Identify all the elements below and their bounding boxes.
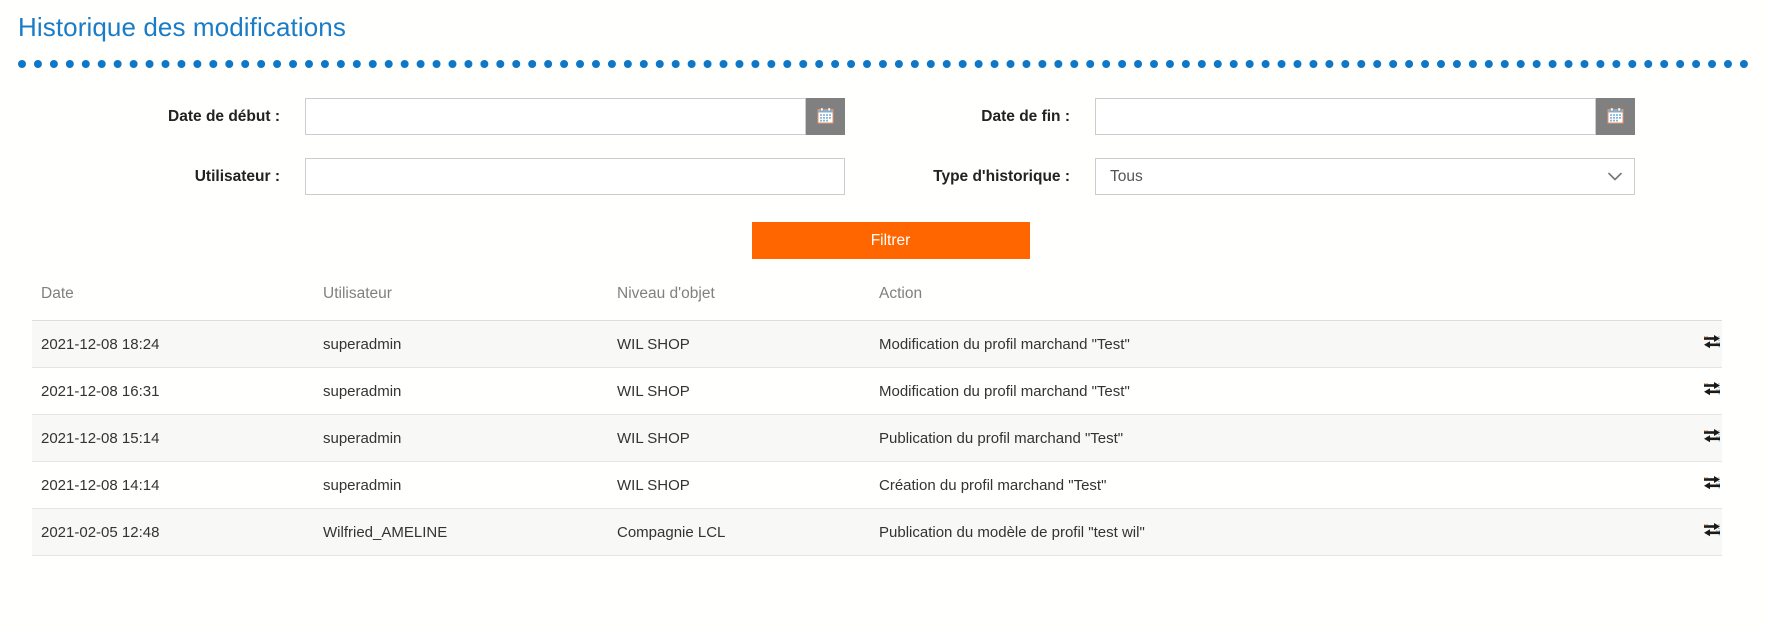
cell-date: 2021-12-08 16:31: [32, 367, 314, 415]
cell-utilisateur: Wilfried_AMELINE: [314, 508, 608, 556]
table-header-row: Date Utilisateur Niveau d'objet Action: [32, 285, 1722, 321]
type-historique-select[interactable]: Tous: [1095, 158, 1635, 195]
cell-niveau: WIL SHOP: [608, 414, 870, 462]
date-fin-input[interactable]: [1095, 98, 1596, 135]
cell-niveau: WIL SHOP: [608, 320, 870, 368]
cell-niveau: WIL SHOP: [608, 367, 870, 415]
column-header-niveau: Niveau d'objet: [608, 285, 870, 321]
cell-action: Modification du profil marchand "Test": [870, 367, 1652, 415]
cell-niveau: Compagnie LCL: [608, 508, 870, 556]
cell-utilisateur: superadmin: [314, 414, 608, 462]
cell-date: 2021-12-08 14:14: [32, 461, 314, 509]
filter-submit-button[interactable]: Filtrer: [751, 222, 1030, 259]
date-debut-input[interactable]: [305, 98, 806, 135]
utilisateur-field-group: [305, 158, 845, 195]
date-debut-field-group: [305, 98, 845, 135]
history-table-body: 2021-12-08 18:24 superadmin WIL SHOP Mod…: [32, 320, 1722, 556]
cell-row-action: [1652, 414, 1722, 462]
column-header-row-action: [1652, 285, 1722, 321]
history-table-container: Date Utilisateur Niveau d'objet Action 2…: [32, 285, 1722, 556]
utilisateur-input[interactable]: [305, 158, 845, 195]
cell-row-action: [1652, 367, 1722, 415]
calendar-icon: [817, 107, 834, 127]
cell-action: Publication du profil marchand "Test": [870, 414, 1652, 462]
filter-button-row: Filtrer: [0, 222, 1767, 259]
history-table: Date Utilisateur Niveau d'objet Action 2…: [32, 285, 1722, 556]
exchange-arrows-icon[interactable]: [1702, 428, 1722, 444]
column-header-action: Action: [870, 285, 1652, 321]
exchange-arrows-icon[interactable]: [1702, 334, 1722, 350]
table-row[interactable]: 2021-12-08 15:14 superadmin WIL SHOP Pub…: [32, 414, 1722, 462]
exchange-arrows-icon[interactable]: [1702, 522, 1722, 538]
date-debut-label: Date de début :: [168, 107, 280, 125]
date-fin-field-group: [1095, 98, 1635, 135]
page-header: Historique des modifications: [0, 0, 1767, 46]
cell-niveau: WIL SHOP: [608, 461, 870, 509]
filter-form: Date de début : Date de fin: Utilisateu…: [0, 98, 1767, 195]
type-historique-field-group: Tous: [1095, 158, 1635, 195]
cell-date: 2021-02-05 12:48: [32, 508, 314, 556]
table-row[interactable]: 2021-12-08 16:31 superadmin WIL SHOP Mod…: [32, 367, 1722, 415]
calendar-icon: [1607, 107, 1624, 127]
cell-action: Modification du profil marchand "Test": [870, 320, 1652, 368]
cell-action: Publication du modèle de profil "test wi…: [870, 508, 1652, 556]
cell-utilisateur: superadmin: [314, 461, 608, 509]
cell-date: 2021-12-08 15:14: [32, 414, 314, 462]
date-debut-calendar-button[interactable]: [806, 98, 845, 135]
cell-utilisateur: superadmin: [314, 320, 608, 368]
utilisateur-label: Utilisateur :: [194, 167, 280, 185]
table-row[interactable]: 2021-02-05 12:48 Wilfried_AMELINE Compag…: [32, 508, 1722, 556]
date-fin-calendar-button[interactable]: [1596, 98, 1635, 135]
exchange-arrows-icon[interactable]: [1702, 475, 1722, 491]
cell-date: 2021-12-08 18:24: [32, 320, 314, 368]
table-row[interactable]: 2021-12-08 18:24 superadmin WIL SHOP Mod…: [32, 320, 1722, 368]
type-historique-label: Type d'historique :: [933, 167, 1070, 185]
column-header-date: Date: [32, 285, 314, 321]
history-table-head: Date Utilisateur Niveau d'objet Action: [32, 285, 1722, 321]
table-row[interactable]: 2021-12-08 14:14 superadmin WIL SHOP Cré…: [32, 461, 1722, 509]
cell-row-action: [1652, 320, 1722, 368]
cell-utilisateur: superadmin: [314, 367, 608, 415]
page-title: Historique des modifications: [18, 12, 346, 42]
column-header-utilisateur: Utilisateur: [314, 285, 608, 321]
cell-row-action: [1652, 461, 1722, 509]
date-fin-label: Date de fin :: [981, 107, 1070, 125]
cell-row-action: [1652, 508, 1722, 556]
title-dotted-divider: [18, 52, 1749, 68]
cell-action: Création du profil marchand "Test": [870, 461, 1652, 509]
exchange-arrows-icon[interactable]: [1702, 381, 1722, 397]
